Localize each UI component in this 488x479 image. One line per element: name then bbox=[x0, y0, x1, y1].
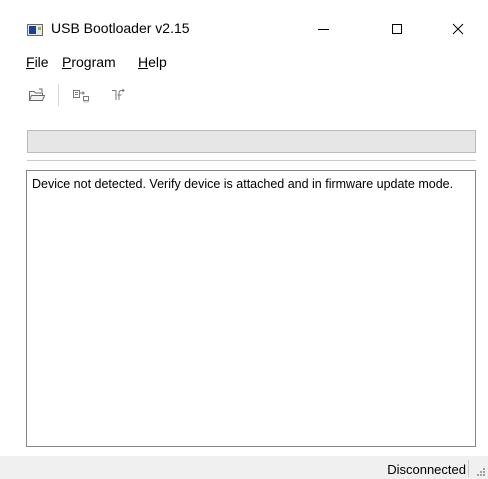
app-icon bbox=[27, 24, 43, 36]
resize-grip-icon[interactable] bbox=[476, 467, 486, 477]
menu-help-mnemonic: H bbox=[138, 54, 149, 70]
menu-program-label: rogram bbox=[71, 54, 116, 70]
reset-device-button[interactable] bbox=[108, 84, 130, 106]
open-folder-icon bbox=[28, 88, 46, 101]
menu-file[interactable]: File bbox=[26, 54, 49, 70]
menu-help[interactable]: Help bbox=[138, 54, 167, 70]
window-title: USB Bootloader v2.15 bbox=[51, 20, 190, 36]
menu-bar: File Program Help bbox=[0, 50, 488, 72]
status-separator bbox=[468, 460, 469, 477]
reset-device-icon bbox=[112, 88, 125, 100]
toolbar-separator bbox=[58, 84, 59, 106]
close-icon bbox=[452, 23, 464, 35]
close-button[interactable] bbox=[435, 14, 481, 44]
log-output[interactable]: Device not detected. Verify device is at… bbox=[26, 170, 476, 447]
status-bar: Disconnected bbox=[0, 456, 488, 479]
divider bbox=[27, 160, 476, 161]
connection-status: Disconnected bbox=[387, 462, 466, 477]
menu-file-label: ile bbox=[34, 54, 49, 70]
progress-bar bbox=[27, 130, 476, 153]
program-device-button[interactable] bbox=[70, 84, 92, 106]
maximize-button[interactable] bbox=[374, 14, 420, 44]
minimize-icon bbox=[317, 28, 329, 30]
open-file-button[interactable] bbox=[26, 84, 48, 106]
minimize-button[interactable] bbox=[300, 14, 346, 44]
menu-help-label: elp bbox=[148, 54, 167, 70]
toolbar bbox=[0, 78, 488, 112]
log-message: Device not detected. Verify device is at… bbox=[32, 177, 454, 191]
title-bar[interactable]: USB Bootloader v2.15 bbox=[0, 0, 488, 46]
maximize-icon bbox=[392, 24, 402, 34]
menu-file-mnemonic: F bbox=[26, 54, 35, 70]
program-device-icon bbox=[73, 90, 89, 103]
menu-program[interactable]: Program bbox=[62, 54, 116, 70]
menu-program-mnemonic: P bbox=[62, 54, 72, 70]
